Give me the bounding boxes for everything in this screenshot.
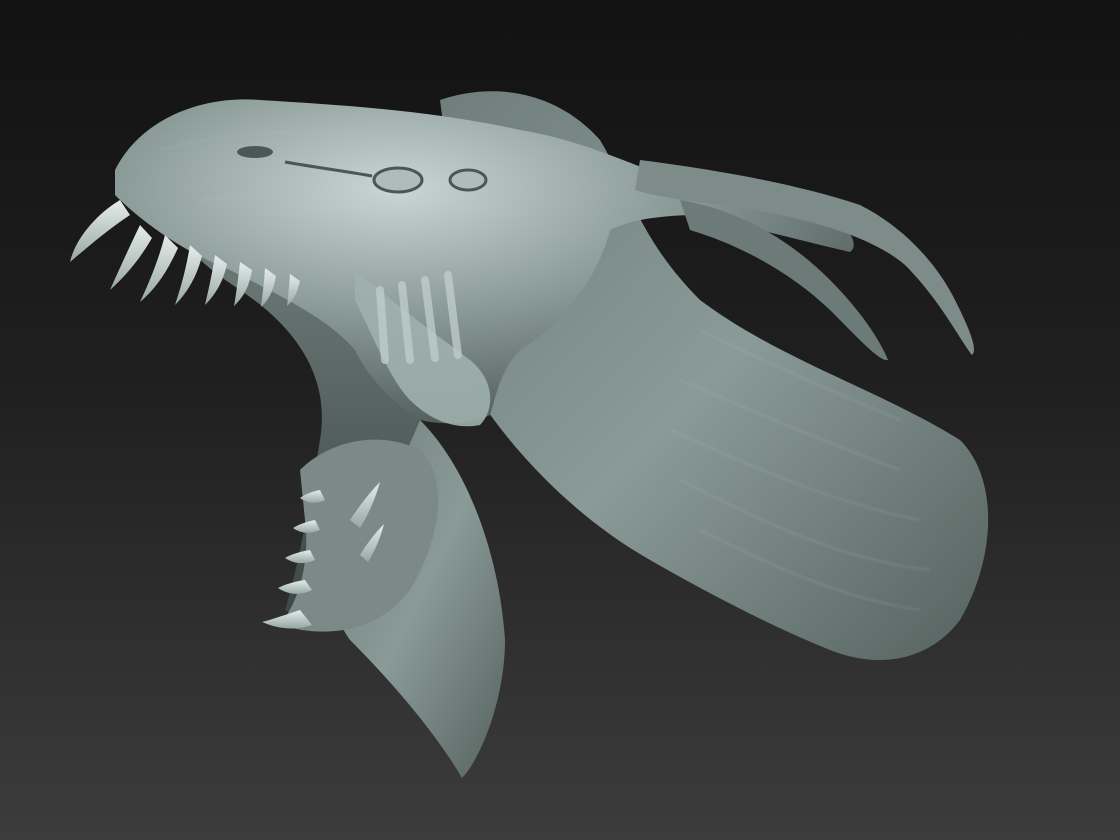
- eye-right: [448, 168, 488, 192]
- eye-center: [372, 166, 424, 194]
- sculpt-canvas[interactable]: [0, 0, 1120, 840]
- nostril-left: [237, 146, 273, 158]
- sculpt-viewport[interactable]: [0, 0, 1120, 840]
